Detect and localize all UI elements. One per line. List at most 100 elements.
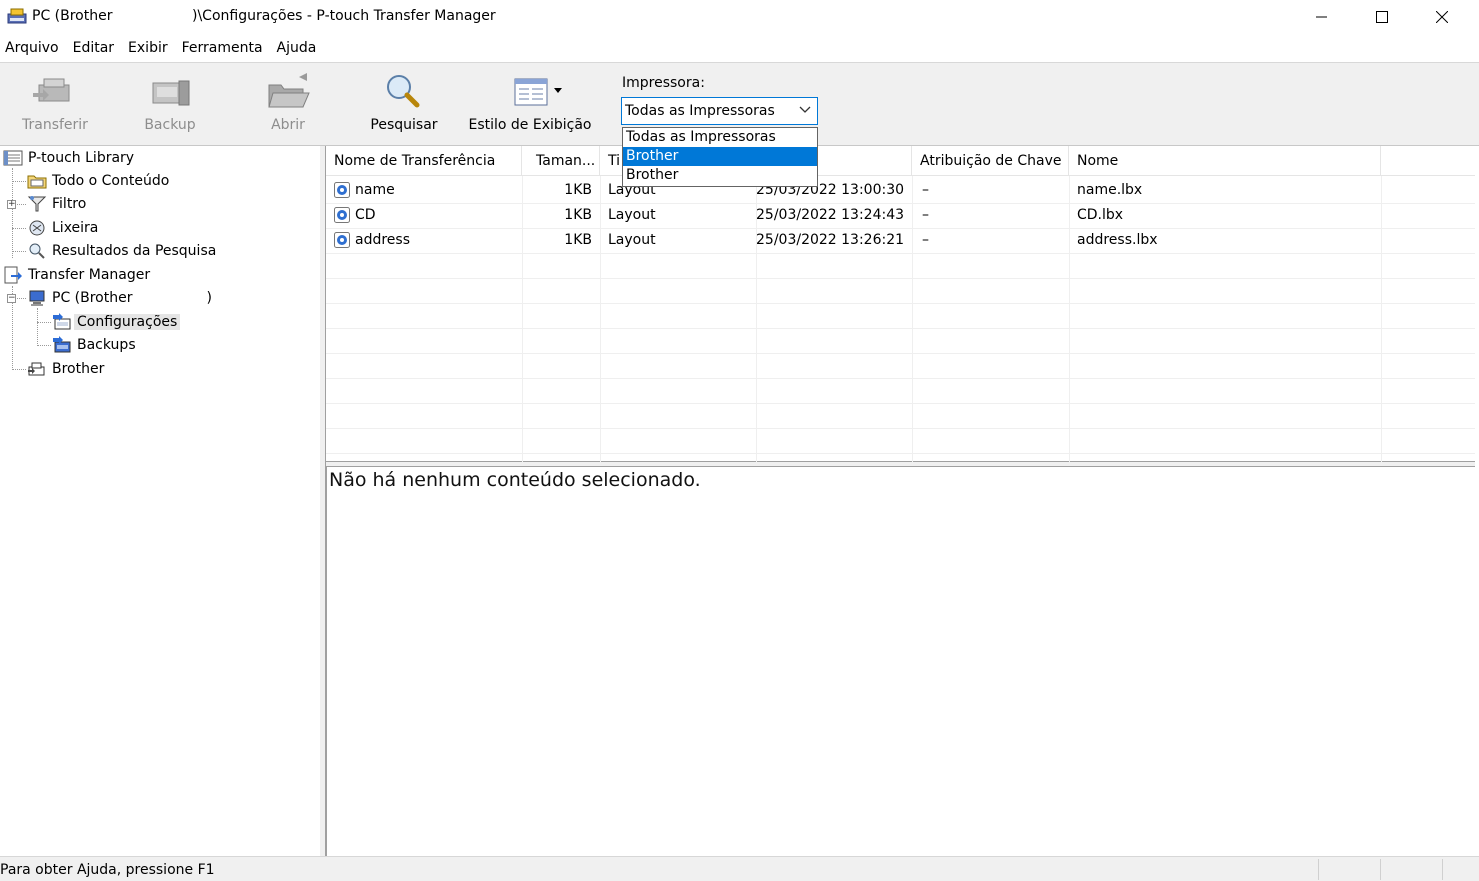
search-icon (387, 75, 420, 108)
open-label: Abrir (271, 117, 305, 133)
status-pane-divider (1318, 859, 1319, 880)
configurations-icon (53, 313, 71, 330)
cell-type: Layout (608, 232, 656, 248)
cell-file-name: name.lbx (1077, 182, 1143, 198)
status-text: Para obter Ajuda, pressione F1 (0, 862, 215, 878)
ptouch-app-icon (7, 8, 27, 24)
transfer-list: Nome de Transferência Taman... Ti Atribu… (326, 146, 1475, 462)
table-row[interactable]: CD 1KB Layout 25/03/2022 13:24:43 – CD.l… (326, 203, 1475, 228)
menu-ferramenta[interactable]: Ferramenta (177, 40, 272, 56)
tree-item-ptouch-library[interactable]: P-touch Library (3, 147, 134, 169)
tree-connector (37, 322, 51, 323)
table-row[interactable]: address 1KB Layout 25/03/2022 13:26:21 –… (326, 228, 1475, 253)
transfer-printer-icon (33, 78, 70, 102)
cell-size: 1KB (564, 182, 592, 198)
cell-key-assignment: – (922, 207, 929, 223)
window-title-prefix: PC (Brother (32, 8, 113, 24)
backups-icon (53, 336, 71, 353)
chevron-down-icon (799, 106, 811, 113)
trash-icon (29, 220, 45, 236)
cell-size: 1KB (564, 207, 592, 223)
expand-filter-toggle[interactable]: + (7, 200, 16, 209)
cell-size: 1KB (564, 232, 592, 248)
view-style-icon (514, 78, 562, 106)
printer-dropdown-list: Todas as Impressoras Brother Brother (622, 127, 818, 187)
column-size[interactable]: Taman... (522, 146, 600, 176)
filter-icon (27, 196, 47, 212)
preview-pane: Não há nenhum conteúdo selecionado. (326, 467, 1475, 856)
grid-line (326, 353, 1475, 354)
tree-label: Backups (77, 337, 136, 353)
tree-label: PC (Brother (52, 290, 133, 306)
cell-type: Layout (608, 207, 656, 223)
tree-label: Todo o Conteúdo (52, 173, 170, 189)
layout-file-icon (334, 182, 350, 198)
cell-file-name: address.lbx (1077, 232, 1158, 248)
status-bar: Para obter Ajuda, pressione F1 (0, 856, 1479, 881)
tree-item-transfer-manager[interactable]: Transfer Manager (3, 264, 150, 286)
backup-label: Backup (144, 117, 196, 133)
tree-item-trash[interactable]: Lixeira (27, 217, 98, 239)
tree-connector (17, 204, 26, 205)
tree-connector (12, 251, 26, 252)
collapse-pc-toggle[interactable]: − (7, 294, 16, 303)
menu-bar: Arquivo Editar Exibir Ferramenta Ajuda (0, 36, 1479, 60)
tree-item-all-content[interactable]: Todo o Conteúdo (27, 170, 169, 192)
menu-editar[interactable]: Editar (68, 40, 123, 56)
search-button[interactable]: Pesquisar (368, 71, 440, 133)
search-label: Pesquisar (370, 117, 438, 133)
printer-option-brother-1[interactable]: Brother (623, 147, 817, 166)
minimize-icon (1316, 16, 1327, 18)
tree-label: Transfer Manager (28, 267, 151, 283)
cell-date: 25/03/2022 13:26:21 (756, 232, 905, 248)
tree-label: Brother (52, 361, 105, 377)
menu-exibir[interactable]: Exibir (123, 40, 177, 56)
window-title: )\Configurações - P-touch Transfer Manag… (192, 8, 496, 24)
backup-button[interactable]: Backup (138, 71, 202, 133)
grid-line (326, 253, 1475, 254)
grid-line (326, 378, 1475, 379)
view-style-button[interactable]: Estilo de Exibição (468, 71, 592, 133)
tree-item-backups[interactable]: Backups (52, 334, 136, 356)
list-header: Nome de Transferência Taman... Ti Atribu… (326, 146, 1475, 176)
navigation-tree: + − P-touch Library Todo o Conteúdo Filt… (0, 146, 320, 856)
tree-label-suffix: ) (206, 290, 212, 306)
grid-line (326, 303, 1475, 304)
transfer-button[interactable]: Transferir (22, 71, 88, 133)
cell-key-assignment: – (922, 232, 929, 248)
printer-option-brother-2[interactable]: Brother (623, 166, 817, 185)
menu-ajuda[interactable]: Ajuda (272, 40, 326, 56)
tree-connector (37, 308, 38, 346)
library-icon (3, 150, 23, 166)
preview-message: Não há nenhum conteúdo selecionado. (329, 469, 701, 491)
grid-line (326, 278, 1475, 279)
close-button[interactable] (1412, 0, 1472, 34)
column-key-assignment[interactable]: Atribuição de Chave (912, 146, 1069, 176)
tree-item-brother[interactable]: Brother (27, 358, 104, 380)
printer-select-value: Todas as Impressoras (625, 103, 775, 119)
minimize-button[interactable] (1292, 0, 1352, 34)
open-button[interactable]: Abrir (258, 71, 318, 133)
view-style-label: Estilo de Exibição (468, 117, 592, 133)
tree-item-search-results[interactable]: Resultados da Pesquisa (27, 240, 216, 262)
column-transfer-name[interactable]: Nome de Transferência (326, 146, 522, 176)
tree-item-configurations[interactable]: Configurações (52, 311, 181, 333)
table-row[interactable]: name 1KB Layout 25/03/2022 13:00:30 – na… (326, 178, 1475, 203)
maximize-button[interactable] (1352, 0, 1412, 34)
tree-item-pc[interactable]: PC (Brother ) (27, 287, 212, 309)
menu-arquivo[interactable]: Arquivo (0, 40, 68, 56)
tree-connector (17, 298, 26, 299)
column-file-name[interactable]: Nome (1069, 146, 1381, 176)
cell-transfer-name: CD (355, 207, 376, 223)
cell-date: 25/03/2022 13:24:43 (756, 207, 905, 223)
printer-option-all[interactable]: Todas as Impressoras (623, 128, 817, 147)
tree-label: Filtro (52, 196, 87, 212)
layout-file-icon (334, 207, 350, 223)
tree-connector (37, 345, 51, 346)
tree-label: Lixeira (52, 220, 99, 236)
printer-select[interactable]: Todas as Impressoras (621, 97, 818, 125)
status-pane-divider (1442, 859, 1443, 880)
tree-item-filter[interactable]: Filtro (27, 193, 86, 215)
status-pane-divider (1380, 859, 1381, 880)
grid-line (326, 453, 1475, 454)
